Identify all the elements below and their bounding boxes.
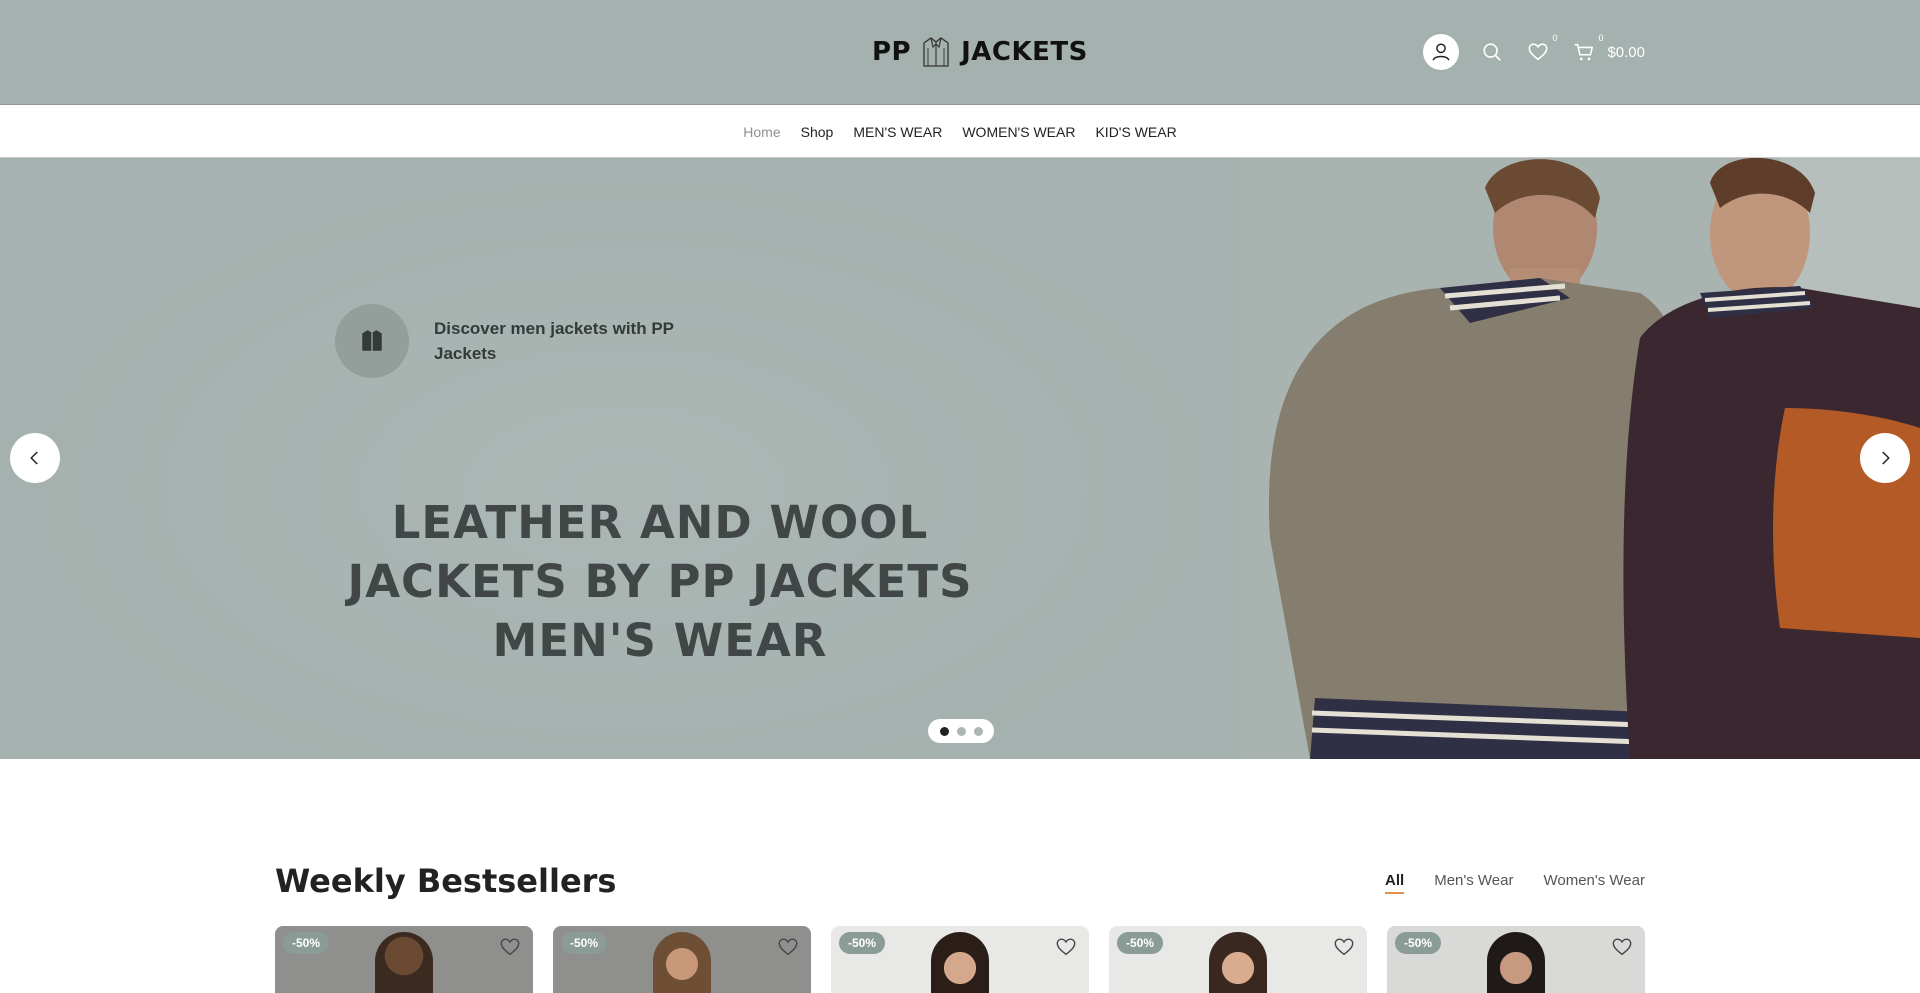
- sale-badge: -50%: [283, 932, 330, 954]
- hero-badge: [335, 304, 409, 378]
- heart-icon[interactable]: [1333, 936, 1355, 958]
- cart-icon: [1575, 43, 1594, 61]
- slider-dot-2[interactable]: [956, 726, 966, 736]
- heart-icon[interactable]: [1055, 936, 1077, 958]
- logo-text-right: JACKETS: [961, 37, 1088, 67]
- user-icon: [1432, 43, 1450, 61]
- search-icon: [1483, 43, 1502, 61]
- heart-icon[interactable]: [1611, 936, 1633, 958]
- product-card[interactable]: -50%: [553, 926, 811, 993]
- nav-item-shop[interactable]: Shop: [801, 124, 834, 140]
- cart-total: $0.00: [1607, 43, 1645, 61]
- product-list: -50% -50% -50% -50% -50%: [275, 926, 1645, 993]
- product-card[interactable]: -50%: [831, 926, 1089, 993]
- product-image: [931, 932, 989, 993]
- sale-badge: -50%: [839, 932, 886, 954]
- chevron-right-icon: [1882, 451, 1890, 465]
- bestsellers-filters: All Men's Wear Women's Wear: [1385, 872, 1645, 894]
- site-logo[interactable]: PP JACKETS: [872, 34, 1088, 70]
- header-actions: 0 0 $0.00: [1423, 33, 1645, 70]
- heart-icon[interactable]: [499, 936, 521, 958]
- slider-next-button[interactable]: [1860, 433, 1910, 483]
- filter-mens-wear[interactable]: Men's Wear: [1434, 872, 1513, 894]
- wishlist-button[interactable]: 0: [1525, 33, 1557, 65]
- bestsellers-title: Weekly Bestsellers: [275, 862, 617, 900]
- filter-womens-wear[interactable]: Women's Wear: [1543, 872, 1645, 894]
- slider-pagination: [928, 719, 994, 743]
- nav-item-home[interactable]: Home: [743, 124, 780, 140]
- site-header: PP JACKETS 0 0 $0.00: [0, 0, 1920, 105]
- jacket-icon: [923, 37, 949, 67]
- product-image: [653, 932, 711, 993]
- search-button[interactable]: [1479, 39, 1505, 65]
- slider-prev-button[interactable]: [10, 433, 60, 483]
- product-image: [375, 932, 433, 993]
- cart-button[interactable]: 0 $0.00: [1571, 33, 1645, 65]
- nav-item-womens-wear[interactable]: WOMEN'S WEAR: [962, 124, 1075, 140]
- hero-title: LEATHER AND WOOL JACKETS BY PP JACKETS M…: [347, 496, 973, 667]
- product-card[interactable]: -50%: [275, 926, 533, 993]
- cart-count: 0: [1598, 33, 1604, 43]
- nav-item-mens-wear[interactable]: MEN'S WEAR: [853, 124, 942, 140]
- sale-badge: -50%: [1395, 932, 1442, 954]
- product-card[interactable]: -50%: [1109, 926, 1367, 993]
- sale-badge: -50%: [1117, 932, 1164, 954]
- nav-item-kids-wear[interactable]: KID'S WEAR: [1095, 124, 1176, 140]
- wishlist-count: 0: [1552, 33, 1558, 43]
- main-nav: Home Shop MEN'S WEAR WOMEN'S WEAR KID'S …: [0, 106, 1920, 158]
- product-image: [1209, 932, 1267, 993]
- account-button[interactable]: [1423, 34, 1460, 70]
- cart-icon-wrap: 0: [1571, 33, 1603, 65]
- sale-badge: -50%: [561, 932, 608, 954]
- product-card[interactable]: -50%: [1387, 926, 1645, 993]
- jacket-icon: [362, 330, 382, 351]
- hero-subtitle: Discover men jackets with PP Jackets: [434, 319, 674, 363]
- slider-dot-3[interactable]: [973, 726, 983, 736]
- logo-text-left: PP: [872, 37, 912, 67]
- filter-all[interactable]: All: [1385, 872, 1405, 894]
- product-image: [1487, 932, 1545, 993]
- hero-slider: Discover men jackets with PP Jackets LEA…: [0, 158, 1920, 759]
- heart-icon[interactable]: [777, 936, 799, 958]
- chevron-left-icon: [30, 451, 38, 465]
- hero-image: [1240, 158, 1920, 759]
- slider-dot-1[interactable]: [939, 726, 949, 736]
- heart-icon: [1528, 43, 1548, 61]
